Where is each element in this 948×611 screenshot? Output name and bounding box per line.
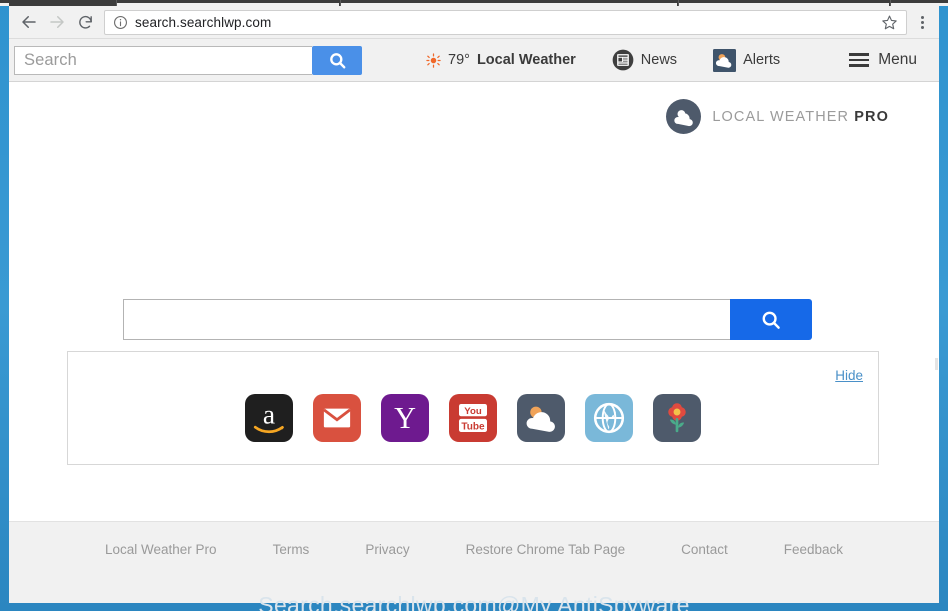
- footer-link-contact[interactable]: Contact: [681, 542, 728, 557]
- envelope-icon: [322, 403, 352, 433]
- desktop-background: search.searchlwp.com Search: [0, 0, 948, 611]
- toolbar-search-placeholder: Search: [24, 51, 77, 70]
- footer-link-privacy[interactable]: Privacy: [365, 542, 409, 557]
- footer-link-restore-chrome-tab-page[interactable]: Restore Chrome Tab Page: [466, 542, 626, 557]
- back-button[interactable]: [15, 8, 43, 36]
- toolbar-links: 79° Local Weather: [426, 49, 816, 72]
- footer-link-local-weather-pro[interactable]: Local Weather Pro: [105, 542, 217, 557]
- info-circle-icon[interactable]: [113, 15, 128, 30]
- main-search-button[interactable]: [730, 299, 812, 340]
- shortcut-tile-photos[interactable]: [653, 394, 701, 442]
- toolbar-search-button[interactable]: [312, 46, 362, 75]
- hamburger-icon: [849, 53, 869, 67]
- footer-link-feedback[interactable]: Feedback: [784, 542, 843, 557]
- shortcut-tile-yahoo[interactable]: Y: [381, 394, 429, 442]
- toolbar-search-input[interactable]: Search: [14, 46, 312, 75]
- browser-toolbar: search.searchlwp.com: [9, 6, 939, 39]
- browser-window: search.searchlwp.com Search: [9, 6, 939, 603]
- cloud-sun-circle-icon: [666, 99, 701, 134]
- sun-icon: [426, 53, 441, 68]
- extension-toolbar: Search: [9, 39, 939, 82]
- watermark-text: Search.searchlwp.com@My AntiSpyware: [0, 592, 948, 611]
- address-bar-url: search.searchlwp.com: [135, 15, 875, 30]
- cloud-sun-icon: [522, 399, 560, 437]
- shortcut-tile-weather[interactable]: [517, 394, 565, 442]
- footer-link-terms[interactable]: Terms: [273, 542, 310, 557]
- page-content: LOCAL WEATHER PRO Hide a: [9, 82, 939, 603]
- svg-text:You: You: [464, 406, 482, 417]
- main-search: [123, 299, 812, 340]
- toolbar-link-label: Alerts: [743, 52, 780, 68]
- forward-button[interactable]: [43, 8, 71, 36]
- svg-text:Y: Y: [394, 401, 416, 435]
- shortcut-tile-youtube[interactable]: You Tube: [449, 394, 497, 442]
- toolbar-link-local-weather[interactable]: 79° Local Weather: [426, 52, 576, 68]
- toolbar-temperature: 79°: [448, 52, 470, 68]
- site-logo: LOCAL WEATHER PRO: [666, 99, 889, 134]
- toolbar-link-news[interactable]: News: [612, 49, 677, 71]
- amazon-icon: a: [247, 396, 291, 440]
- toolbar-menu-button[interactable]: Menu: [849, 51, 917, 69]
- yahoo-y-icon: Y: [383, 396, 427, 440]
- news-icon: [612, 49, 634, 71]
- site-logo-text: LOCAL WEATHER PRO: [712, 109, 889, 125]
- toolbar-menu-label: Menu: [878, 51, 917, 69]
- site-logo-name-bold: PRO: [854, 109, 889, 125]
- hide-shortcuts-link[interactable]: Hide: [835, 368, 863, 383]
- page-footer: Local Weather Pro Terms Privacy Restore …: [9, 521, 939, 603]
- site-logo-name: LOCAL WEATHER: [712, 109, 854, 125]
- flower-icon: [659, 400, 695, 436]
- scrollbar-thumb[interactable]: [935, 358, 938, 370]
- address-bar[interactable]: search.searchlwp.com: [104, 10, 907, 35]
- shortcut-tile-gmail[interactable]: [313, 394, 361, 442]
- shortcuts-panel: Hide a: [67, 351, 879, 465]
- shortcut-tile-amazon[interactable]: a: [245, 394, 293, 442]
- toolbar-link-label: News: [641, 52, 677, 68]
- footer-links: Local Weather Pro Terms Privacy Restore …: [9, 542, 939, 557]
- shortcut-tiles: a Y: [68, 394, 878, 442]
- reload-button[interactable]: [71, 8, 99, 36]
- shortcut-tile-globe[interactable]: [585, 394, 633, 442]
- toolbar-link-alerts[interactable]: Alerts: [713, 49, 780, 72]
- svg-text:Tube: Tube: [461, 421, 485, 432]
- star-icon[interactable]: [881, 14, 898, 31]
- main-search-input[interactable]: [123, 299, 730, 340]
- toolbar-link-label: Local Weather: [477, 52, 576, 68]
- svg-text:a: a: [263, 399, 275, 430]
- youtube-icon: You Tube: [452, 397, 494, 439]
- toolbar-search-group[interactable]: Search: [14, 46, 362, 75]
- cloud-sun-alert-icon: [713, 49, 736, 72]
- three-dots-icon[interactable]: [911, 9, 933, 35]
- globe-icon: [591, 400, 627, 436]
